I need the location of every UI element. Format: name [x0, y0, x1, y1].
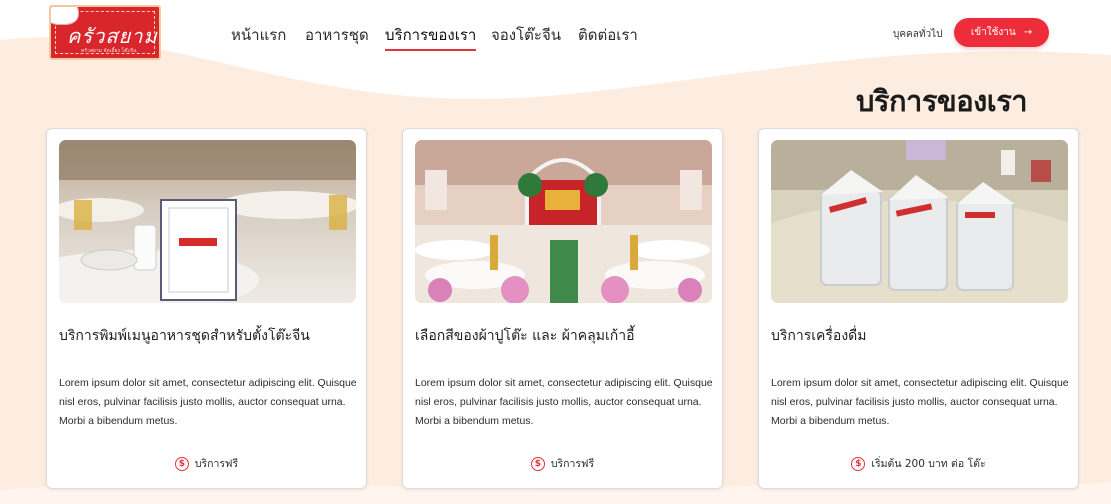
nav-item-contact[interactable]: ติดต่อเรา — [578, 23, 638, 47]
card-description: Lorem ipsum dolor sit amet, consectetur … — [415, 377, 713, 427]
glasses-photo — [771, 140, 1068, 303]
card-description: Lorem ipsum dolor sit amet, consectetur … — [771, 377, 1069, 427]
dollar-icon: $ — [530, 456, 545, 471]
nav-item-services[interactable]: บริการของเรา — [385, 23, 477, 51]
card-description: Lorem ipsum dolor sit amet, consectetur … — [59, 377, 357, 427]
card-price-label: บริการฟรี — [194, 458, 239, 470]
top-navbar: ครัวสยาม ครัวสยาม จัดเลี้ยง โต๊ะจีน หน้า… — [0, 0, 1111, 70]
nav-item-home[interactable]: หน้าแรก — [231, 23, 286, 47]
login-button[interactable]: เข้าใช้งาน → — [954, 18, 1049, 47]
dollar-icon: $ — [174, 456, 189, 471]
menu-card-photo — [59, 140, 356, 303]
card-price: $ บริการฟรี — [403, 455, 722, 472]
nav-item-set-menu[interactable]: อาหารชุด — [305, 23, 369, 47]
login-button-label: เข้าใช้งาน — [970, 27, 1016, 38]
page-title: บริการของเรา — [856, 84, 1028, 118]
card-price-label: บริการฟรี — [550, 458, 595, 470]
card-title: บริการพิมพ์เมนูอาหารชุดสำหรับตั้งโต๊ะจีน — [59, 328, 310, 344]
logo-subtext: ครัวสยาม จัดเลี้ยง โต๊ะจีน — [81, 48, 137, 54]
arrow-right-icon: → — [1023, 27, 1033, 38]
card-price: $ เริ่มต้น 200 บาท ต่อ โต๊ะ — [759, 455, 1078, 472]
brand-logo[interactable]: ครัวสยาม ครัวสยาม จัดเลี้ยง โต๊ะจีน — [49, 5, 161, 60]
general-user-link[interactable]: บุคคลทั่วไป — [893, 27, 942, 42]
service-card-menu-printing[interactable]: บริการพิมพ์เมนูอาหารชุดสำหรับตั้งโต๊ะจีน… — [46, 128, 367, 489]
service-card-beverage[interactable]: บริการเครื่องดื่ม Lorem ipsum dolor sit … — [758, 128, 1079, 489]
hall-photo — [415, 140, 712, 303]
card-price-label: เริ่มต้น 200 บาท ต่อ โต๊ะ — [871, 458, 986, 470]
dollar-icon: $ — [851, 456, 866, 471]
service-card-table-cloth[interactable]: เลือกสีของผ้าปูโต๊ะ และ ผ้าคลุมเก้าอี้ L… — [402, 128, 723, 489]
card-title: เลือกสีของผ้าปูโต๊ะ และ ผ้าคลุมเก้าอี้ — [415, 328, 635, 344]
nav-item-book-table[interactable]: จองโต๊ะจีน — [491, 23, 561, 47]
card-title: บริการเครื่องดื่ม — [771, 328, 867, 344]
card-price: $ บริการฟรี — [47, 455, 366, 472]
